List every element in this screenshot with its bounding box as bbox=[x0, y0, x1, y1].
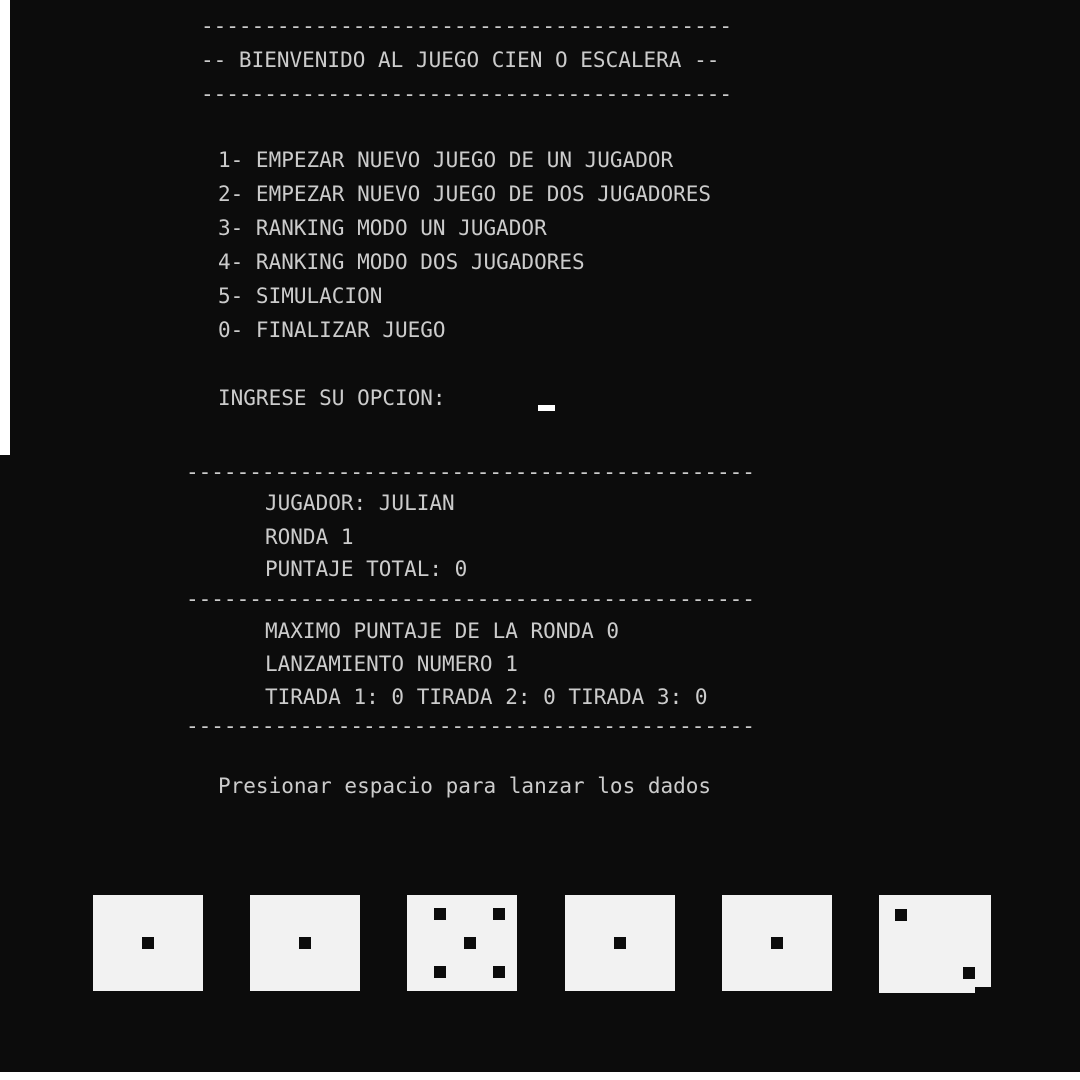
die-6 bbox=[879, 895, 991, 993]
game-separator-2: ----------------------------------------… bbox=[186, 587, 755, 611]
input-cursor[interactable] bbox=[538, 405, 555, 411]
die-pip bbox=[434, 965, 446, 978]
die-pip bbox=[434, 908, 446, 921]
game-separator-3: ----------------------------------------… bbox=[186, 714, 755, 738]
menu-title: -- BIENVENIDO AL JUEGO CIEN O ESCALERA -… bbox=[201, 48, 720, 72]
die-pip bbox=[493, 908, 506, 921]
round-number: RONDA 1 bbox=[265, 525, 354, 549]
menu-separator-bottom: ----------------------------------------… bbox=[201, 82, 733, 106]
option-prompt: INGRESE SU OPCION: bbox=[218, 386, 446, 410]
total-score: PUNTAJE TOTAL: 0 bbox=[265, 557, 468, 581]
menu-option-1[interactable]: 1- EMPEZAR NUEVO JUEGO DE UN JUGADOR bbox=[218, 143, 673, 177]
die-5 bbox=[722, 895, 832, 991]
player-name: JUGADOR: JULIAN bbox=[265, 491, 455, 515]
throw-number: LANZAMIENTO NUMERO 1 bbox=[265, 652, 518, 676]
die-pip bbox=[493, 965, 506, 978]
roll-instruction: Presionar espacio para lanzar los dados bbox=[218, 774, 712, 798]
die-pip bbox=[962, 967, 975, 980]
die-pip bbox=[895, 908, 908, 921]
die-pip bbox=[614, 937, 626, 949]
menu-option-5[interactable]: 5- SIMULACION bbox=[218, 279, 382, 313]
menu-console: ----------------------------------------… bbox=[10, 0, 1080, 455]
die-2 bbox=[250, 895, 360, 991]
round-max-score: MAXIMO PUNTAJE DE LA RONDA 0 bbox=[265, 619, 620, 643]
menu-separator-top: ----------------------------------------… bbox=[201, 14, 733, 38]
menu-option-4[interactable]: 4- RANKING MODO DOS JUGADORES bbox=[218, 245, 585, 279]
die-pip bbox=[771, 937, 783, 949]
die-pip bbox=[299, 937, 311, 949]
die-corner-notch bbox=[975, 987, 991, 993]
die-3 bbox=[407, 895, 517, 991]
die-4 bbox=[565, 895, 675, 991]
menu-option-0[interactable]: 0- FINALIZAR JUEGO bbox=[218, 313, 446, 347]
menu-option-2[interactable]: 2- EMPEZAR NUEVO JUEGO DE DOS JUGADORES bbox=[218, 177, 711, 211]
die-1 bbox=[93, 895, 203, 991]
die-pip bbox=[463, 937, 476, 949]
game-separator-1: ----------------------------------------… bbox=[186, 460, 755, 484]
die-pip bbox=[142, 937, 154, 949]
game-console: ----------------------------------------… bbox=[0, 455, 1080, 1072]
menu-option-3[interactable]: 3- RANKING MODO UN JUGADOR bbox=[218, 211, 547, 245]
